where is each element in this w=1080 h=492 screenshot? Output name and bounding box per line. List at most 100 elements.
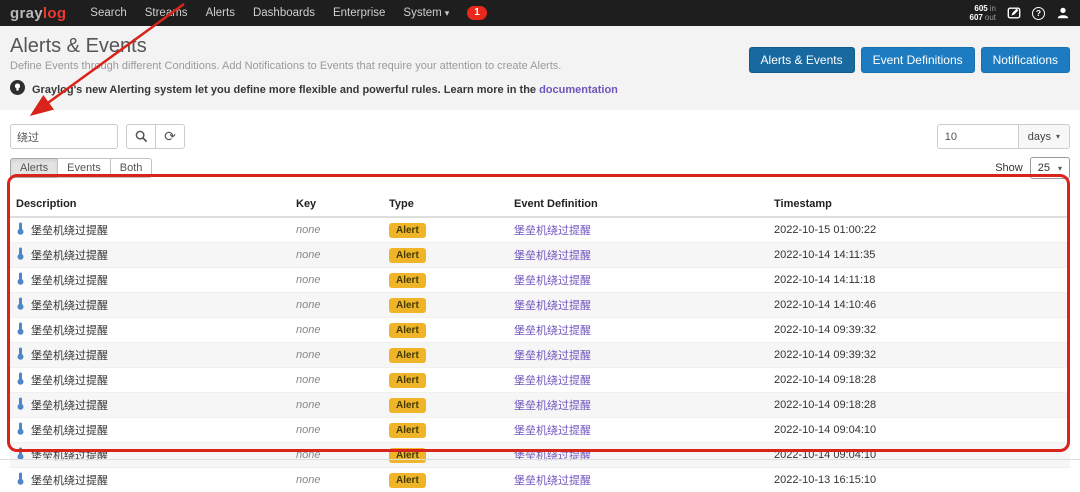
- time-range-unit-dropdown[interactable]: days▾: [1018, 124, 1070, 149]
- column-header-event-definition: Event Definition: [508, 191, 768, 217]
- alert-priority-icon: [16, 272, 25, 288]
- nav-item-system[interactable]: System▾: [403, 7, 449, 19]
- alert-key: none: [296, 474, 320, 486]
- header-button-event-definitions[interactable]: Event Definitions: [861, 47, 975, 73]
- event-definition-link[interactable]: 堡垒机绕过提醒: [514, 425, 591, 437]
- notification-badge[interactable]: 1: [467, 6, 487, 20]
- column-header-key: Key: [290, 191, 383, 217]
- alert-type-badge: Alert: [389, 348, 426, 363]
- filter-tab-alerts[interactable]: Alerts: [10, 158, 58, 178]
- edit-icon[interactable]: [1007, 6, 1021, 20]
- refresh-icon: ⟳: [164, 130, 176, 144]
- alert-timestamp: 2022-10-14 09:39:32: [774, 349, 876, 361]
- alert-description: 堡垒机绕过提醒: [31, 247, 108, 263]
- table-row: 堡垒机绕过提醒 none Alert 堡垒机绕过提醒 2022-10-14 09…: [10, 443, 1070, 468]
- column-header-type: Type: [383, 191, 508, 217]
- alert-type-badge: Alert: [389, 273, 426, 288]
- alert-description: 堡垒机绕过提醒: [31, 272, 108, 288]
- alert-timestamp: 2022-10-14 09:39:32: [774, 324, 876, 336]
- throughput-in-value: 605: [974, 4, 987, 13]
- page-size-select[interactable]: 25▾: [1030, 157, 1070, 179]
- table-header-row: Description Key Type Event Definition Ti…: [10, 191, 1070, 217]
- footer-divider: [0, 459, 1080, 460]
- alert-timestamp: 2022-10-14 09:04:10: [774, 424, 876, 436]
- nav-item-search[interactable]: Search: [90, 7, 126, 19]
- alert-description: 堡垒机绕过提醒: [31, 372, 108, 388]
- search-button[interactable]: [126, 124, 156, 149]
- alert-key: none: [296, 274, 320, 286]
- navbar-right: 605in 607out ?: [970, 4, 1070, 22]
- time-range-input[interactable]: [937, 124, 1019, 149]
- alert-type-badge: Alert: [389, 448, 426, 463]
- nav-menu: Search Streams Alerts Dashboards Enterprise S…: [90, 7, 449, 19]
- refresh-button[interactable]: ⟳: [155, 124, 185, 149]
- alert-type-badge: Alert: [389, 473, 426, 488]
- event-definition-link[interactable]: 堡垒机绕过提醒: [514, 225, 591, 237]
- user-icon[interactable]: [1056, 6, 1070, 20]
- column-header-timestamp: Timestamp: [768, 191, 1070, 217]
- alert-description: 堡垒机绕过提醒: [31, 297, 108, 313]
- header-button-notifications[interactable]: Notifications: [981, 47, 1070, 73]
- throughput-out-value: 607: [970, 13, 983, 22]
- alert-priority-icon: [16, 372, 25, 388]
- nav-item-enterprise[interactable]: Enterprise: [333, 7, 385, 19]
- alert-type-badge: Alert: [389, 323, 426, 338]
- alert-timestamp: 2022-10-14 14:11:18: [774, 274, 875, 286]
- search-button-group: ⟳: [126, 124, 185, 149]
- nav-item-alerts[interactable]: Alerts: [206, 7, 235, 19]
- event-definition-link[interactable]: 堡垒机绕过提醒: [514, 275, 591, 287]
- search-input[interactable]: [10, 124, 118, 149]
- filter-row: AlertsEventsBoth Show 25▾: [10, 157, 1070, 179]
- alert-type-badge: Alert: [389, 248, 426, 263]
- alert-key: none: [296, 224, 320, 236]
- table-row: 堡垒机绕过提醒 none Alert 堡垒机绕过提醒 2022-10-14 09…: [10, 318, 1070, 343]
- event-definition-link[interactable]: 堡垒机绕过提醒: [514, 450, 591, 462]
- event-definition-link[interactable]: 堡垒机绕过提醒: [514, 375, 591, 387]
- table-row: 堡垒机绕过提醒 none Alert 堡垒机绕过提醒 2022-10-15 01…: [10, 217, 1070, 243]
- table-row: 堡垒机绕过提醒 none Alert 堡垒机绕过提醒 2022-10-14 09…: [10, 393, 1070, 418]
- info-text: Graylog's new Alerting system let you de…: [32, 83, 618, 98]
- alerts-table: Description Key Type Event Definition Ti…: [10, 191, 1070, 492]
- alert-description: 堡垒机绕过提醒: [31, 322, 108, 338]
- page-size-group: Show 25▾: [995, 157, 1070, 179]
- help-icon[interactable]: ?: [1032, 7, 1045, 20]
- alert-priority-icon: [16, 297, 25, 313]
- logo-text-gray: gray: [10, 5, 43, 22]
- alert-timestamp: 2022-10-15 01:00:22: [774, 224, 876, 236]
- alert-key: none: [296, 299, 320, 311]
- event-definition-link[interactable]: 堡垒机绕过提醒: [514, 350, 591, 362]
- documentation-link[interactable]: documentation: [539, 84, 618, 96]
- event-definition-link[interactable]: 堡垒机绕过提醒: [514, 325, 591, 337]
- show-label: Show: [995, 162, 1023, 174]
- column-header-description: Description: [10, 191, 290, 217]
- header-button-alerts-events[interactable]: Alerts & Events: [749, 47, 855, 73]
- alert-key: none: [296, 374, 320, 386]
- alert-type-badge: Alert: [389, 423, 426, 438]
- alert-timestamp: 2022-10-14 09:18:28: [774, 399, 876, 411]
- filter-tab-both[interactable]: Both: [110, 158, 153, 178]
- alert-priority-icon: [16, 472, 25, 488]
- alert-priority-icon: [16, 397, 25, 413]
- event-definition-link[interactable]: 堡垒机绕过提醒: [514, 475, 591, 487]
- filter-tab-events[interactable]: Events: [57, 158, 111, 178]
- page-header: Alerts & Events Define Events through di…: [0, 26, 1080, 110]
- table-row: 堡垒机绕过提醒 none Alert 堡垒机绕过提醒 2022-10-14 14…: [10, 293, 1070, 318]
- table-row: 堡垒机绕过提醒 none Alert 堡垒机绕过提醒 2022-10-14 09…: [10, 343, 1070, 368]
- event-definition-link[interactable]: 堡垒机绕过提醒: [514, 300, 591, 312]
- caret-down-icon: ▾: [1056, 132, 1060, 141]
- event-definition-link[interactable]: 堡垒机绕过提醒: [514, 400, 591, 412]
- table-row: 堡垒机绕过提醒 none Alert 堡垒机绕过提醒 2022-10-14 14…: [10, 243, 1070, 268]
- alert-description: 堡垒机绕过提醒: [31, 472, 108, 488]
- info-banner: Graylog's new Alerting system let you de…: [10, 80, 1070, 100]
- alert-key: none: [296, 349, 320, 361]
- alert-key: none: [296, 249, 320, 261]
- nav-item-streams[interactable]: Streams: [145, 7, 188, 19]
- event-definition-link[interactable]: 堡垒机绕过提醒: [514, 250, 591, 262]
- nav-item-dashboards[interactable]: Dashboards: [253, 7, 315, 19]
- graylog-logo[interactable]: graylog: [10, 5, 66, 22]
- alert-priority-icon: [16, 247, 25, 263]
- alert-priority-icon: [16, 447, 25, 463]
- top-navbar: graylog Search Streams Alerts Dashboards Ent…: [0, 0, 1080, 26]
- alert-priority-icon: [16, 347, 25, 363]
- alert-description: 堡垒机绕过提醒: [31, 222, 108, 238]
